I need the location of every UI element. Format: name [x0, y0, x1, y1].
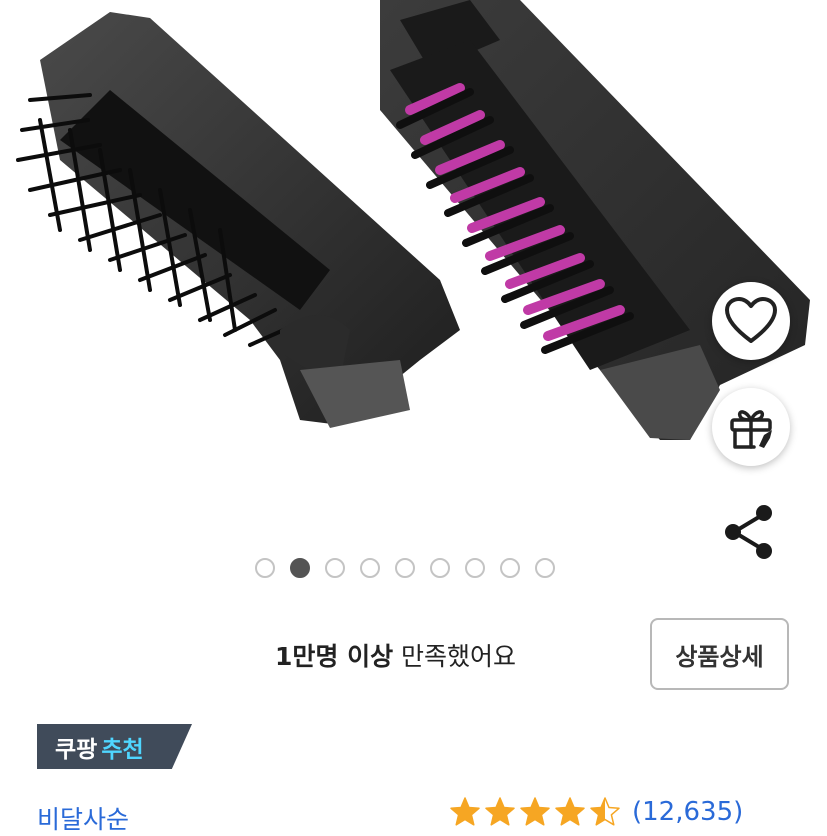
- recommendation-badge: 쿠팡 추천: [37, 724, 192, 769]
- carousel-dot[interactable]: [290, 558, 310, 578]
- carousel-dot[interactable]: [255, 558, 275, 578]
- heart-outline-icon: [725, 297, 777, 343]
- star-icon: [555, 797, 585, 826]
- star-icon: [520, 797, 550, 826]
- star-rating: [449, 796, 621, 828]
- satisfaction-count: 1만명 이상: [275, 642, 394, 671]
- carousel-dot[interactable]: [500, 558, 520, 578]
- wishlist-button[interactable]: [712, 282, 790, 360]
- carousel-dot[interactable]: [535, 558, 555, 578]
- share-button[interactable]: [720, 500, 780, 564]
- star-icon: [485, 797, 515, 826]
- rating[interactable]: (12,635): [449, 796, 743, 828]
- satisfaction-label: 만족했어요: [393, 642, 517, 671]
- carousel-dot[interactable]: [395, 558, 415, 578]
- badge-label: 추천: [101, 736, 144, 763]
- carousel-dot[interactable]: [465, 558, 485, 578]
- star-icon: [590, 797, 620, 826]
- rating-count: (12,635): [632, 797, 744, 827]
- badge-brand: 쿠팡: [55, 736, 98, 763]
- product-image[interactable]: [0, 0, 827, 545]
- satisfaction-text: 1만명 이상 만족했어요: [275, 637, 516, 673]
- gift-icon: [730, 410, 772, 449]
- star-icon: [450, 797, 480, 826]
- seller-link[interactable]: 비달사순: [37, 800, 129, 836]
- carousel-indicator: [255, 558, 555, 578]
- product-detail-button[interactable]: 상품상세: [650, 618, 789, 690]
- carousel-dot[interactable]: [430, 558, 450, 578]
- share-icon: [725, 505, 772, 559]
- gift-button[interactable]: [712, 388, 790, 466]
- carousel-dot[interactable]: [360, 558, 380, 578]
- right-comb-attachment: [380, 0, 810, 440]
- carousel-dot[interactable]: [325, 558, 345, 578]
